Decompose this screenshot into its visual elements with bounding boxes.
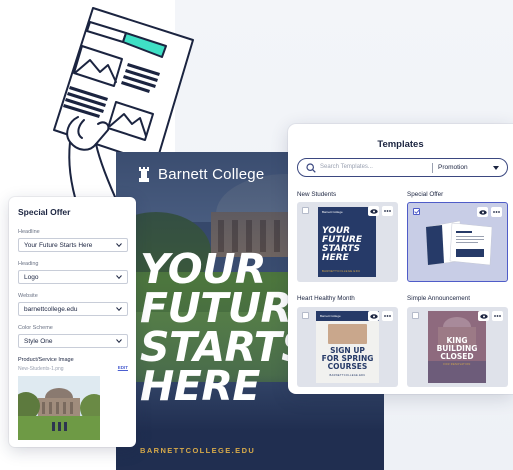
thumb-brand: Barnett College [320, 314, 341, 318]
more-button[interactable] [382, 206, 393, 216]
thumb-headline-line: CLOSED [440, 352, 474, 361]
template-checkbox[interactable] [412, 312, 419, 319]
chevron-down-icon [116, 275, 122, 279]
template-checkbox[interactable] [302, 312, 309, 319]
eye-icon [478, 209, 487, 215]
more-icon [384, 315, 391, 317]
field-label: Color Scheme [18, 325, 53, 331]
template-label-simple-announcement: Simple Announcement [407, 295, 471, 302]
image-file-name: New-Students-1.png [18, 366, 64, 372]
image-thumbnail[interactable] [12, 376, 108, 440]
thumb-subtext: FOR RENOVATION [443, 363, 471, 366]
thumb-brand: Barnett College [322, 210, 343, 214]
more-button[interactable] [491, 207, 502, 217]
thumb-photo [328, 324, 367, 344]
card-actions [368, 206, 393, 216]
search-icon [306, 163, 316, 173]
thumb-new-students: Barnett College YOUR FUTURE STARTS HERE … [318, 207, 376, 277]
image-file-row: New-Students-1.png EDIT [18, 363, 128, 372]
preview-button[interactable] [478, 311, 489, 321]
edit-image-link[interactable]: EDIT [118, 365, 128, 370]
thumb-special-offer [425, 220, 493, 266]
card-actions [368, 311, 393, 321]
template-card-special-offer[interactable] [407, 202, 508, 282]
eye-icon [479, 313, 488, 319]
category-select[interactable]: Promotion [438, 164, 468, 171]
template-search-bar[interactable]: Search Templates... Promotion [297, 158, 508, 177]
template-card-simple-announcement[interactable]: KING BUILDING CLOSED FOR RENOVATION [407, 307, 508, 387]
poster-url: BARNETTCOLLEGE.EDU [140, 446, 256, 455]
template-label-special-offer: Special Offer [407, 191, 444, 198]
heading-value: Logo [24, 273, 39, 281]
card-actions [477, 207, 502, 217]
more-icon [384, 210, 391, 212]
more-icon [494, 315, 501, 317]
thumb-heart-healthy: Barnett College SIGN UP FOR SPRING COURS… [316, 311, 379, 383]
thumb-headline: SIGN UP FOR SPRING COURSES [316, 347, 379, 370]
caret-down-icon[interactable] [493, 166, 499, 170]
chevron-down-icon [116, 339, 122, 343]
preview-button[interactable] [477, 207, 488, 217]
heading-select[interactable]: Logo [18, 270, 128, 284]
template-card-heart-healthy[interactable]: Barnett College SIGN UP FOR SPRING COURS… [297, 307, 398, 387]
templates-title: Templates [377, 139, 424, 150]
image-field-label: Product/Service Image [18, 357, 74, 363]
color-scheme-value: Style One [24, 337, 53, 345]
template-checkbox-checked[interactable] [413, 208, 420, 215]
preview-button[interactable] [368, 206, 379, 216]
templates-panel: Templates Search Templates... Promotion … [288, 124, 513, 394]
offer-panel-title: Special Offer [18, 207, 71, 217]
website-value: barnettcollege.edu [24, 305, 78, 313]
color-scheme-select[interactable]: Style One [18, 334, 128, 348]
rook-icon [139, 167, 149, 182]
check-icon [414, 209, 420, 214]
chevron-down-icon [116, 243, 122, 247]
special-offer-panel: Special Offer Headline Your Future Start… [9, 197, 136, 447]
poster-brand-name: Barnett College [158, 166, 265, 183]
preview-button[interactable] [368, 311, 379, 321]
card-actions [478, 311, 503, 321]
thumb-headline: KING BUILDING CLOSED [428, 337, 486, 361]
eye-icon [369, 313, 378, 319]
thumb-simple-announcement: KING BUILDING CLOSED FOR RENOVATION [428, 311, 486, 383]
template-card-new-students[interactable]: Barnett College YOUR FUTURE STARTS HERE … [297, 202, 398, 282]
headline-value: Your Future Starts Here [24, 241, 93, 249]
poster-brand: Barnett College [138, 166, 264, 183]
template-checkbox[interactable] [302, 207, 309, 214]
headline-select[interactable]: Your Future Starts Here [18, 238, 128, 252]
thumb-headline: YOUR FUTURE STARTS HERE [322, 227, 362, 263]
more-button[interactable] [382, 311, 393, 321]
thumb-url: BARNETTCOLLEGE.EDU [322, 269, 361, 273]
search-input[interactable]: Search Templates... [320, 164, 373, 170]
thumb-headline-line: HERE [322, 253, 349, 263]
thumb-url: BARNETTCOLLEGE.EDU [329, 374, 366, 377]
field-label: Heading [18, 261, 39, 267]
template-label-new-students: New Students [297, 191, 337, 198]
website-select[interactable]: barnettcollege.edu [18, 302, 128, 316]
thumb-headline-line: COURSES [327, 361, 368, 371]
field-label: Website [18, 293, 38, 299]
eye-icon [369, 208, 378, 214]
field-label: Headline [18, 229, 40, 235]
more-button[interactable] [492, 311, 503, 321]
chevron-down-icon [116, 307, 122, 311]
search-divider [432, 163, 433, 173]
template-label-heart-healthy: Heart Healthy Month [297, 295, 355, 302]
more-icon [493, 211, 500, 213]
